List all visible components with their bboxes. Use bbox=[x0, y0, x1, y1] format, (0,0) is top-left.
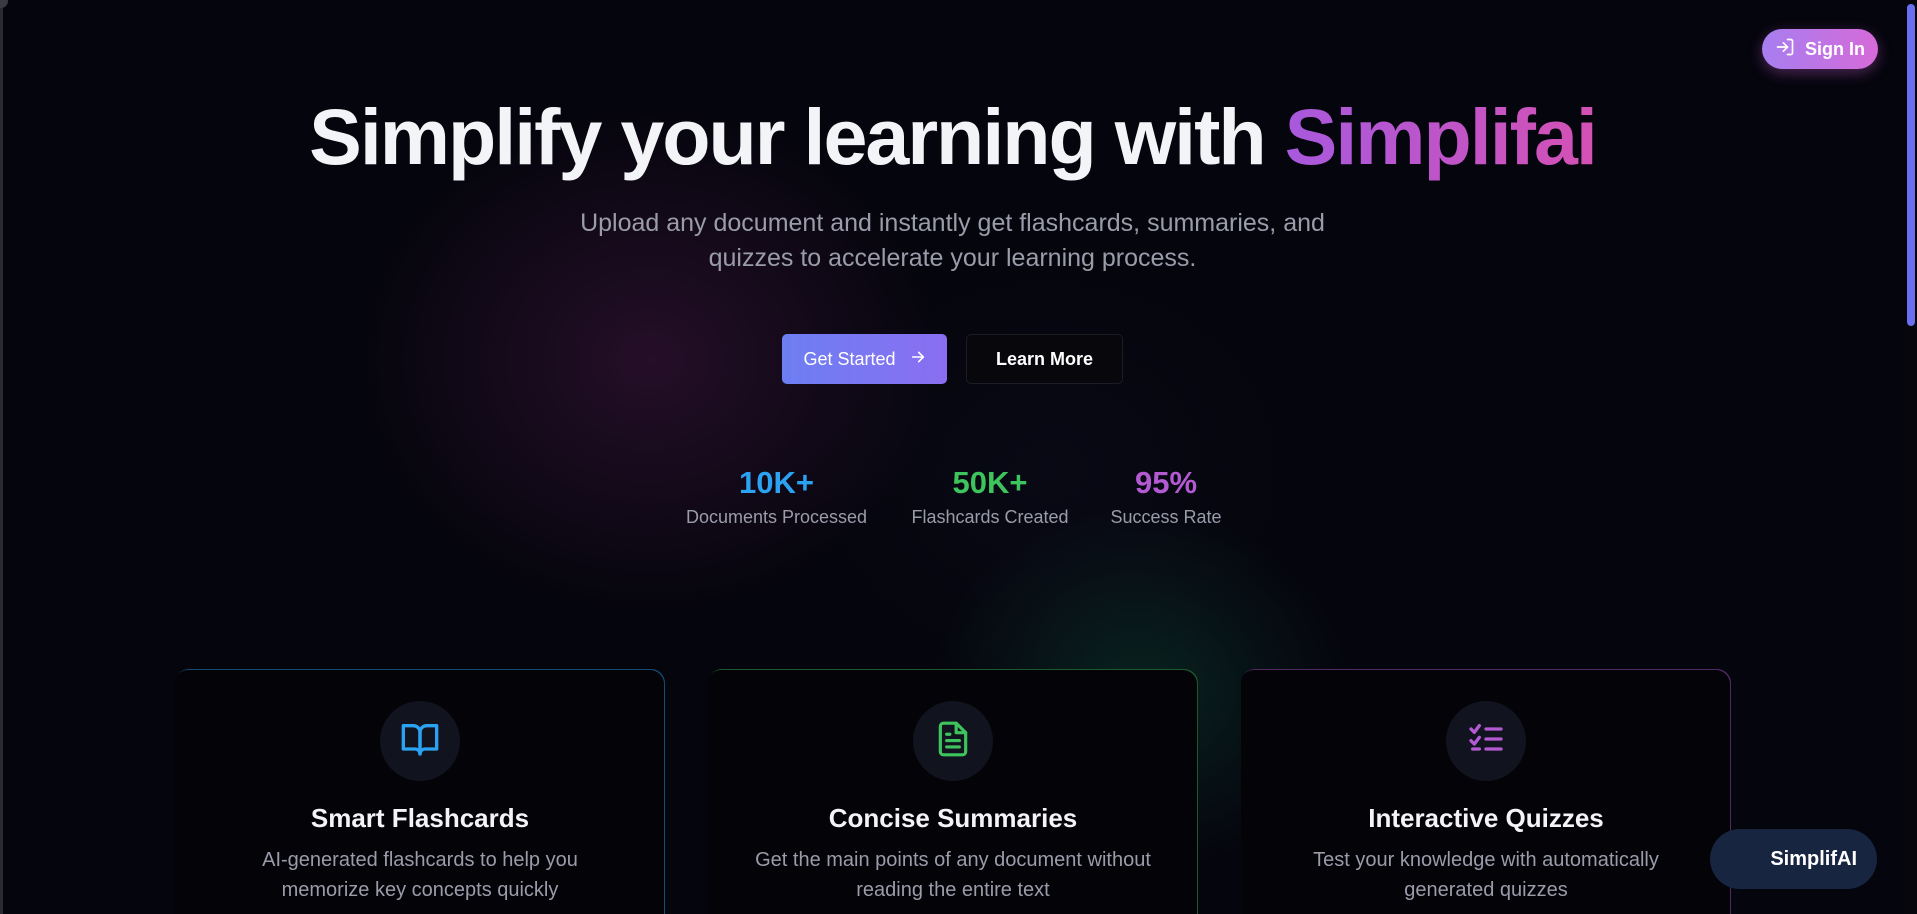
feature-card-summaries: Concise Summaries Get the main points of… bbox=[708, 669, 1198, 914]
feature-description: Test your knowledge with automatically g… bbox=[1291, 845, 1681, 905]
scrollbar-thumb[interactable] bbox=[1907, 4, 1915, 326]
scrollbar[interactable] bbox=[1905, 0, 1917, 914]
feature-icon-wrap bbox=[380, 701, 460, 781]
feature-title: Interactive Quizzes bbox=[1368, 803, 1604, 833]
sign-in-button[interactable]: Sign In bbox=[1762, 29, 1878, 69]
sign-in-icon bbox=[1775, 37, 1795, 62]
book-open-icon bbox=[400, 719, 440, 764]
feature-card-flashcards: Smart Flashcards AI-generated flashcards… bbox=[175, 669, 665, 914]
file-text-icon bbox=[934, 720, 972, 763]
hero-title-main: Simplify your learning with bbox=[309, 92, 1285, 181]
stat-value: 50K+ bbox=[952, 465, 1028, 500]
feature-desc-line-1: AI-generated flashcards to help you bbox=[262, 849, 578, 871]
feature-desc-line-2: reading the entire text bbox=[856, 879, 1050, 901]
stat-label: Flashcards Created bbox=[911, 507, 1069, 527]
feature-title: Smart Flashcards bbox=[310, 803, 530, 833]
stat-value: 10K+ bbox=[739, 465, 814, 500]
stat-label: Documents Processed bbox=[685, 507, 868, 527]
landing-page: Sign In Simplify your learning with Simp… bbox=[0, 0, 1917, 914]
stat-success-rate: 95% Success Rate bbox=[1096, 465, 1236, 528]
get-started-button[interactable]: Get Started bbox=[782, 334, 947, 384]
stat-value: 95% bbox=[1134, 465, 1198, 500]
learn-more-button[interactable]: Learn More bbox=[966, 334, 1123, 384]
hero-title: Simplify your learning with Simplifai bbox=[0, 92, 1905, 182]
sign-in-label: Sign In bbox=[1805, 38, 1865, 59]
hero-title-accent: Simplifai bbox=[1284, 92, 1598, 181]
feature-icon-wrap bbox=[1446, 701, 1526, 781]
arrow-right-icon bbox=[910, 349, 926, 370]
stat-label: Success Rate bbox=[1110, 507, 1222, 527]
stat-flashcards: 50K+ Flashcards Created bbox=[900, 465, 1080, 528]
learn-more-label: Learn More bbox=[995, 348, 1094, 369]
simplifai-chip-label: SimplifAI bbox=[1770, 847, 1857, 870]
hero-subtitle: Upload any document and instantly get fl… bbox=[530, 206, 1375, 276]
hero-subtitle-line-2: quizzes to accelerate your learning proc… bbox=[708, 244, 1197, 272]
get-started-label: Get Started bbox=[803, 348, 896, 369]
feature-description: AI-generated flashcards to help you memo… bbox=[225, 845, 615, 905]
feature-desc-line-2: generated quizzes bbox=[1404, 879, 1568, 901]
feature-card-quizzes: Interactive Quizzes Test your knowledge … bbox=[1241, 669, 1731, 914]
feature-desc-line-1: Test your knowledge with automatically bbox=[1313, 849, 1659, 871]
simplifai-chat-button[interactable]: SimplifAI bbox=[1710, 829, 1877, 889]
stat-documents: 10K+ Documents Processed bbox=[670, 465, 883, 528]
feature-desc-line-1: Get the main points of any document with… bbox=[755, 849, 1151, 871]
feature-title: Concise Summaries bbox=[828, 803, 1078, 833]
feature-desc-line-2: memorize key concepts quickly bbox=[281, 879, 559, 901]
corner-handle bbox=[0, 0, 8, 8]
feature-icon-wrap bbox=[913, 701, 993, 781]
hero-subtitle-line-1: Upload any document and instantly get fl… bbox=[580, 209, 1325, 237]
list-checks-icon bbox=[1466, 719, 1506, 764]
feature-description: Get the main points of any document with… bbox=[738, 845, 1168, 905]
